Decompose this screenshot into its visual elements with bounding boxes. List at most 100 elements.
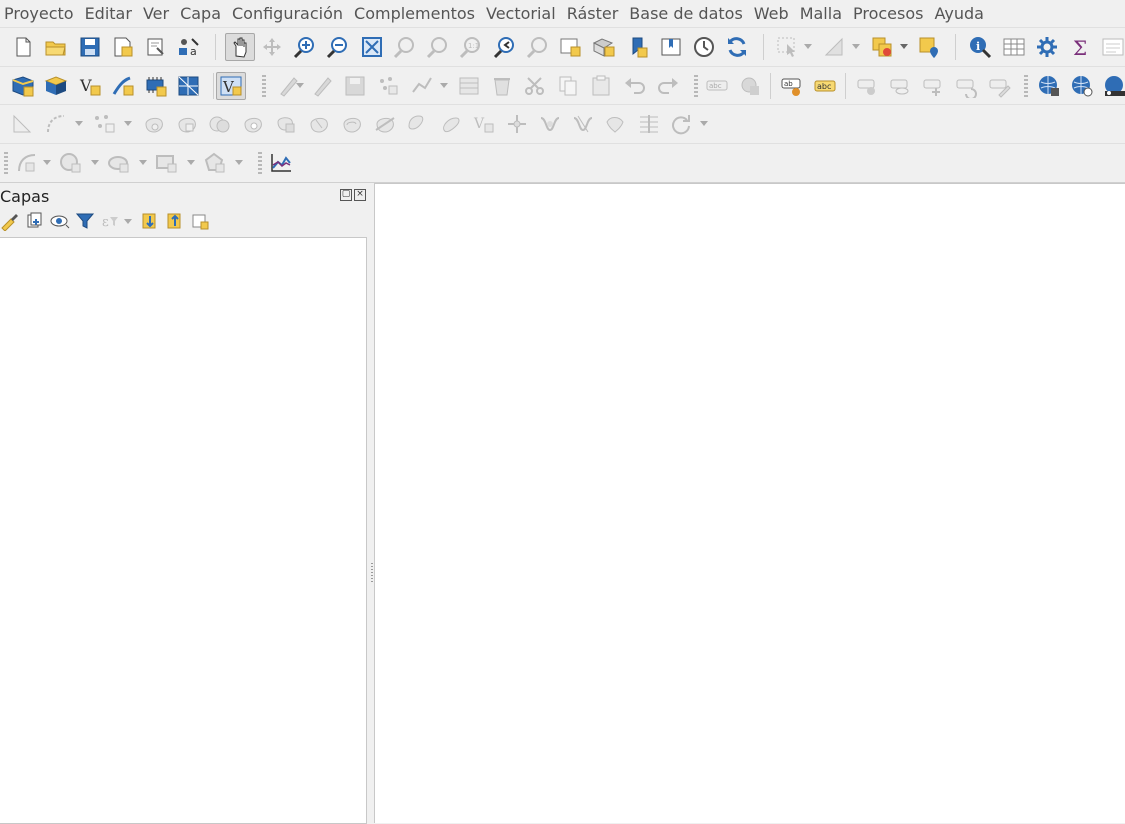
statistics-icon[interactable]: Σ — [1067, 35, 1093, 59]
map-canvas[interactable] — [374, 183, 1125, 823]
rotate-point-symbols-icon[interactable] — [504, 112, 530, 136]
filter-legend-icon[interactable] — [75, 211, 97, 231]
toggle-label-display-icon[interactable]: abc — [812, 74, 838, 98]
zoom-out-icon[interactable] — [325, 35, 351, 59]
menu-raster[interactable]: Ráster — [563, 0, 626, 28]
merge-attributes-icon[interactable]: V — [471, 112, 497, 136]
print-layout-icon[interactable] — [143, 35, 169, 59]
deselect-icon[interactable] — [870, 35, 896, 59]
new-virtual-layer-icon[interactable] — [143, 74, 169, 98]
menu-base-de-datos[interactable]: Base de datos — [625, 0, 750, 28]
identify-features-location-icon[interactable] — [917, 35, 943, 59]
zoom-to-selection-icon[interactable] — [392, 35, 418, 59]
add-wfs-layer-icon[interactable] — [1069, 74, 1095, 98]
toggle-editing-icon[interactable] — [309, 74, 335, 98]
modify-attributes-icon[interactable] — [456, 74, 482, 98]
reverse-line-icon[interactable] — [636, 112, 662, 136]
menu-ver[interactable]: Ver — [139, 0, 176, 28]
add-ellipse-icon[interactable] — [106, 151, 132, 175]
remove-layer-icon[interactable] — [190, 211, 212, 231]
menu-procesos[interactable]: Procesos — [849, 0, 930, 28]
change-label-icon[interactable] — [987, 74, 1013, 98]
add-wms-layer-icon[interactable] — [1036, 74, 1062, 98]
menu-web[interactable]: Web — [750, 0, 796, 28]
manage-map-themes-icon[interactable] — [50, 211, 72, 231]
save-project-icon[interactable] — [77, 35, 103, 59]
highlight-pinned-labels-icon[interactable]: ab — [779, 74, 805, 98]
save-layer-edits-icon[interactable] — [342, 74, 368, 98]
zoom-native-icon[interactable]: 1:1 — [458, 35, 484, 59]
rotate-label-icon[interactable] — [954, 74, 980, 98]
temporal-controller-icon[interactable] — [691, 35, 717, 59]
filter-by-expression-icon[interactable]: ε — [100, 211, 122, 231]
data-source-manager-icon[interactable] — [10, 74, 36, 98]
new-mesh-layer-icon[interactable] — [176, 74, 202, 98]
zoom-next-icon[interactable] — [525, 35, 551, 59]
digitize-line-icon[interactable] — [409, 74, 435, 98]
add-part-icon[interactable] — [174, 112, 200, 136]
save-as-icon[interactable] — [110, 35, 136, 59]
menu-ayuda[interactable]: Ayuda — [930, 0, 990, 28]
merge-features-icon[interactable] — [438, 112, 464, 136]
style-manager-icon[interactable]: a — [176, 35, 202, 59]
cad-digitizing-icon[interactable] — [10, 112, 36, 136]
open-project-icon[interactable] — [43, 35, 69, 59]
add-circular-string-center-icon[interactable] — [14, 151, 40, 175]
copy-move-feature-icon[interactable] — [603, 112, 629, 136]
menu-proyecto[interactable]: Proyecto — [0, 0, 81, 28]
menu-vectorial[interactable]: Vectorial — [482, 0, 563, 28]
menu-configuracion[interactable]: Configuración — [228, 0, 350, 28]
cut-features-icon[interactable] — [522, 74, 548, 98]
label-layer-icon[interactable]: abc — [704, 74, 730, 98]
zoom-in-icon[interactable] — [292, 35, 318, 59]
text-annotation-icon[interactable] — [1100, 35, 1125, 59]
select-features-icon[interactable] — [775, 35, 801, 59]
delete-part-icon[interactable] — [273, 112, 299, 136]
add-group-icon[interactable] — [24, 211, 46, 231]
add-wcs-layer-icon[interactable] — [1102, 74, 1125, 98]
open-layer-styling-icon[interactable] — [0, 211, 22, 231]
move-label-icon[interactable] — [921, 74, 947, 98]
simplify-features-icon[interactable] — [537, 112, 563, 136]
pan-map-icon[interactable] — [225, 33, 255, 61]
new-3d-map-view-icon[interactable] — [591, 35, 617, 59]
menu-capa[interactable]: Capa — [176, 0, 228, 28]
menu-complementos[interactable]: Complementos — [350, 0, 482, 28]
delete-selected-icon[interactable] — [489, 74, 515, 98]
move-feature-icon[interactable] — [570, 112, 596, 136]
paste-features-icon[interactable] — [588, 74, 614, 98]
digitize-point-icon[interactable] — [375, 74, 401, 98]
undo-icon[interactable] — [622, 74, 648, 98]
select-by-value-icon[interactable] — [822, 35, 848, 59]
identify-icon[interactable]: i — [967, 35, 993, 59]
redo-icon[interactable] — [655, 74, 681, 98]
offset-curve-icon[interactable] — [339, 112, 365, 136]
collapse-all-icon[interactable] — [165, 211, 187, 231]
new-vector-tile-layer-icon[interactable]: V — [216, 72, 246, 100]
new-geopackage-layer-icon[interactable] — [43, 74, 69, 98]
show-hide-labels-icon[interactable] — [888, 74, 914, 98]
menu-malla[interactable]: Malla — [796, 0, 849, 28]
zoom-to-layer-icon[interactable] — [425, 35, 451, 59]
new-map-view-icon[interactable] — [558, 35, 584, 59]
split-features-icon[interactable] — [372, 112, 398, 136]
processing-toolbox-icon[interactable] — [1034, 35, 1060, 59]
close-panel-icon[interactable]: × — [354, 189, 366, 201]
copy-features-icon[interactable] — [555, 74, 581, 98]
add-rectangle-icon[interactable] — [154, 151, 180, 175]
new-project-icon[interactable] — [10, 35, 36, 59]
attribute-table-icon[interactable] — [1001, 35, 1027, 59]
add-circle-icon[interactable] — [58, 151, 84, 175]
menu-editar[interactable]: Editar — [81, 0, 139, 28]
fill-ring-icon[interactable] — [207, 112, 233, 136]
trim-extend-icon[interactable] — [669, 112, 695, 136]
float-panel-icon[interactable]: ▢ — [340, 189, 352, 201]
elevation-profile-icon[interactable] — [268, 151, 294, 175]
delete-ring-icon[interactable] — [240, 112, 266, 136]
refresh-icon[interactable] — [724, 35, 750, 59]
add-circular-string-icon[interactable] — [43, 112, 69, 136]
expand-all-icon[interactable] — [140, 211, 162, 231]
pan-to-selection-icon[interactable] — [259, 35, 285, 59]
add-ring-icon[interactable] — [141, 112, 167, 136]
new-shapefile-layer-icon[interactable]: V — [77, 74, 103, 98]
